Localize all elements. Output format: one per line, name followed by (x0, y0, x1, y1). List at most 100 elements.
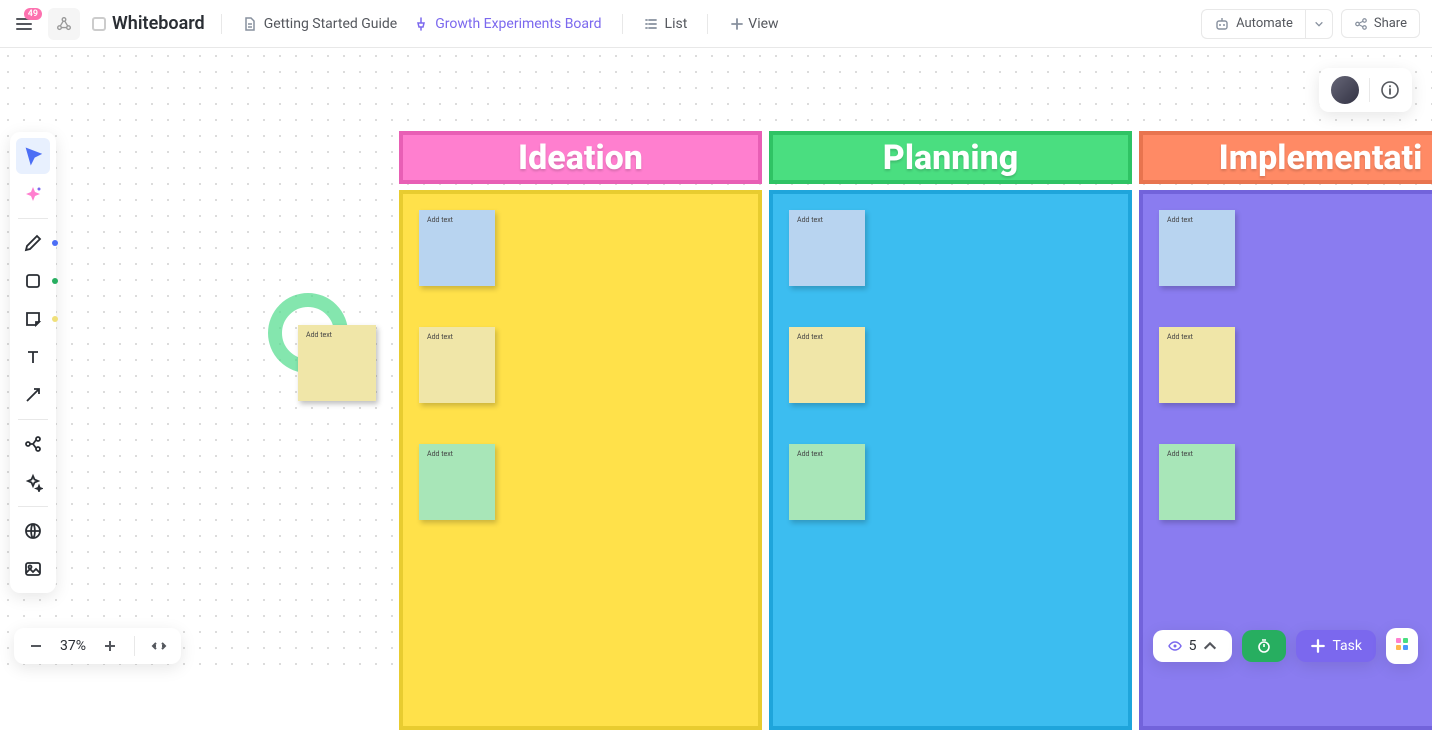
fit-icon (151, 638, 167, 654)
ai-tool[interactable] (16, 176, 50, 212)
stopwatch-icon (1256, 638, 1272, 654)
sticky-tool[interactable] (16, 301, 50, 337)
color-dot (52, 316, 58, 322)
zoom-percent[interactable]: 37% (60, 638, 86, 654)
magic-tool[interactable] (16, 464, 50, 500)
text-icon (23, 347, 43, 367)
divider (221, 14, 222, 34)
note-text: Add text (1167, 216, 1193, 224)
column-body[interactable]: Add text Add text Add text (399, 190, 762, 730)
network-icon (55, 15, 73, 33)
share-icon (1354, 17, 1368, 31)
tab-list[interactable]: List (639, 10, 692, 38)
square-icon (23, 271, 43, 291)
add-view-label: View (748, 16, 778, 32)
timer-chip[interactable] (1242, 630, 1286, 662)
automate-dropdown[interactable] (1305, 9, 1333, 39)
zoom-out-button[interactable] (24, 634, 48, 658)
viewers-chip[interactable]: 5 (1153, 630, 1233, 662)
plus-icon (102, 638, 118, 654)
divider (707, 14, 708, 34)
share-label: Share (1374, 16, 1407, 31)
doc-icon (242, 16, 258, 32)
sticky-note-loose[interactable]: Add text (298, 325, 376, 401)
column-title: Ideation (518, 138, 643, 178)
minus-icon (28, 638, 44, 654)
sticky-note[interactable]: Add text (789, 327, 865, 403)
sticky-note[interactable]: Add text (1159, 327, 1235, 403)
add-view-button[interactable]: View (724, 10, 784, 38)
title-wrap: Whiteboard (92, 13, 205, 34)
note-text: Add text (427, 450, 453, 458)
arrow-icon (23, 385, 43, 405)
pin-board-icon (413, 16, 429, 32)
note-text: Add text (306, 331, 332, 339)
color-dot (52, 240, 58, 246)
zoom-in-button[interactable] (98, 634, 122, 658)
note-text: Add text (427, 216, 453, 224)
tab-label: Growth Experiments Board (435, 16, 601, 32)
automate-label: Automate (1236, 16, 1293, 31)
column-body[interactable]: Add text Add text Add text (769, 190, 1132, 730)
globe-icon (23, 521, 43, 541)
app-header: 49 Whiteboard Getting Started Guide Grow… (0, 0, 1432, 48)
whiteboard-canvas[interactable]: Add text Ideation Add text Add text Add tex… (0, 48, 1432, 678)
sticky-note[interactable]: Add text (419, 444, 495, 520)
pen-icon (23, 233, 43, 253)
sticky-note[interactable]: Add text (789, 444, 865, 520)
web-tool[interactable] (16, 513, 50, 549)
fit-button[interactable] (147, 634, 171, 658)
pen-tool[interactable] (16, 225, 50, 261)
presence-panel (1319, 68, 1412, 112)
column-header[interactable]: Implementati (1139, 131, 1432, 184)
connector-tool[interactable] (16, 377, 50, 413)
sticky-note[interactable]: Add text (419, 210, 495, 286)
tab-growth-board[interactable]: Growth Experiments Board (409, 10, 605, 38)
user-avatar[interactable] (1329, 74, 1361, 106)
plus-icon (1310, 638, 1326, 654)
sticky-note[interactable]: Add text (419, 327, 495, 403)
color-swatch[interactable] (92, 17, 106, 31)
menu-button[interactable]: 49 (12, 12, 36, 36)
divider (622, 14, 623, 34)
add-task-button[interactable]: Task (1296, 630, 1376, 662)
text-tool[interactable] (16, 339, 50, 375)
sticky-note[interactable]: Add text (1159, 210, 1235, 286)
robot-icon (1214, 16, 1230, 32)
list-icon (643, 16, 659, 32)
automate-button[interactable]: Automate (1201, 9, 1305, 39)
zoom-controls: 37% (14, 628, 181, 664)
bottom-actions: 5 Task (1153, 628, 1418, 664)
mindmap-tool[interactable] (16, 426, 50, 462)
note-text: Add text (797, 333, 823, 341)
viewers-count: 5 (1189, 638, 1197, 654)
column-header[interactable]: Planning (769, 131, 1132, 184)
note-text: Add text (797, 450, 823, 458)
apps-button[interactable] (1386, 628, 1418, 664)
image-tool[interactable] (16, 551, 50, 587)
select-tool[interactable] (16, 138, 50, 174)
column-title: Planning (883, 138, 1018, 178)
cursor-icon (23, 146, 43, 166)
branch-icon (23, 434, 43, 454)
image-icon (23, 559, 43, 579)
shape-tool[interactable] (16, 263, 50, 299)
tab-getting-started[interactable]: Getting Started Guide (238, 10, 402, 38)
tool-palette (10, 132, 56, 593)
share-button[interactable]: Share (1341, 9, 1420, 38)
grid-icon (1394, 636, 1410, 652)
sticky-icon (23, 309, 43, 329)
notification-badge: 49 (24, 8, 42, 20)
automate-group: Automate (1201, 9, 1333, 39)
sparkles-icon (23, 472, 43, 492)
column-header[interactable]: Ideation (399, 131, 762, 184)
eye-icon (1167, 638, 1183, 654)
column-title: Implementati (1219, 138, 1423, 178)
whiteboard-app-icon[interactable] (48, 8, 80, 40)
task-label: Task (1332, 638, 1362, 654)
sticky-note[interactable]: Add text (789, 210, 865, 286)
board-column: Planning Add text Add text Add text (769, 131, 1132, 730)
note-text: Add text (427, 333, 453, 341)
sticky-note[interactable]: Add text (1159, 444, 1235, 520)
info-button[interactable] (1378, 78, 1402, 102)
